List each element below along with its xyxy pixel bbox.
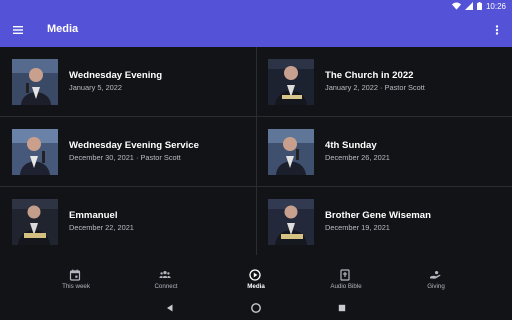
wifi-icon bbox=[451, 2, 461, 10]
calendar-icon bbox=[69, 269, 81, 281]
media-subtitle: January 2, 2022 · Pastor Scott bbox=[325, 83, 425, 92]
media-thumbnail bbox=[268, 59, 314, 105]
recents-icon[interactable] bbox=[336, 302, 348, 314]
media-grid: Wednesday Evening January 5, 2022 The Ch… bbox=[0, 47, 512, 255]
page-title: Media bbox=[47, 23, 79, 35]
media-subtitle: January 5, 2022 bbox=[69, 83, 123, 92]
media-title: The Church in 2022 bbox=[325, 70, 414, 81]
status-bar: 10:26 bbox=[0, 0, 512, 12]
media-item[interactable]: Wednesday Evening Service December 30, 2… bbox=[0, 117, 256, 186]
book-icon bbox=[340, 269, 350, 281]
media-thumbnail bbox=[268, 129, 314, 175]
nav-connect[interactable]: Connect bbox=[121, 255, 211, 295]
back-icon[interactable] bbox=[164, 302, 176, 314]
status-time: 10:26 bbox=[485, 1, 506, 11]
hamburger-menu-icon bbox=[13, 26, 23, 34]
nav-this-week[interactable]: This week bbox=[31, 255, 121, 295]
nav-audio-bible[interactable]: Audio Bible bbox=[301, 255, 391, 295]
media-title: Wednesday Evening bbox=[69, 70, 163, 81]
media-title: Wednesday Evening Service bbox=[69, 140, 199, 151]
media-item[interactable]: Brother Gene Wiseman December 19, 2021 bbox=[256, 187, 512, 256]
bottom-navigation: This week Connect Media Audio Bible Givi… bbox=[0, 255, 512, 295]
nav-label: This week bbox=[62, 283, 90, 290]
more-vert-icon bbox=[495, 25, 499, 35]
nav-label: Giving bbox=[427, 283, 445, 290]
media-thumbnail bbox=[12, 59, 58, 105]
app-bar: Media bbox=[0, 12, 512, 47]
media-item[interactable]: The Church in 2022 January 2, 2022 · Pas… bbox=[256, 47, 512, 116]
system-navigation-bar bbox=[0, 295, 512, 320]
media-title: 4th Sunday bbox=[325, 140, 377, 151]
media-thumbnail bbox=[12, 129, 58, 175]
media-title: Brother Gene Wiseman bbox=[325, 210, 432, 221]
media-thumbnail bbox=[12, 199, 58, 245]
nav-label: Audio Bible bbox=[330, 283, 362, 290]
battery-icon bbox=[476, 2, 482, 10]
media-subtitle: December 30, 2021 · Pastor Scott bbox=[69, 153, 181, 162]
cell-signal-icon bbox=[464, 2, 473, 10]
nav-giving[interactable]: Giving bbox=[391, 255, 481, 295]
media-thumbnail bbox=[268, 199, 314, 245]
nav-media[interactable]: Media bbox=[211, 255, 301, 295]
media-title: Emmanuel bbox=[69, 210, 118, 221]
home-icon[interactable] bbox=[250, 302, 262, 314]
overflow-menu-button[interactable] bbox=[492, 21, 502, 39]
media-subtitle: December 26, 2021 bbox=[325, 153, 390, 162]
giving-hand-icon bbox=[430, 271, 441, 279]
nav-label: Connect bbox=[154, 283, 178, 290]
play-circle-icon bbox=[249, 269, 261, 281]
media-item[interactable]: Wednesday Evening January 5, 2022 bbox=[0, 47, 256, 116]
nav-label: Media bbox=[247, 283, 265, 290]
media-item[interactable]: Emmanuel December 22, 2021 bbox=[0, 187, 256, 256]
media-item[interactable]: 4th Sunday December 26, 2021 bbox=[256, 117, 512, 186]
media-subtitle: December 19, 2021 bbox=[325, 223, 390, 232]
media-subtitle: December 22, 2021 bbox=[69, 223, 134, 232]
people-icon bbox=[159, 271, 171, 278]
menu-button[interactable] bbox=[9, 21, 27, 39]
status-icons: 10:26 bbox=[451, 1, 506, 11]
